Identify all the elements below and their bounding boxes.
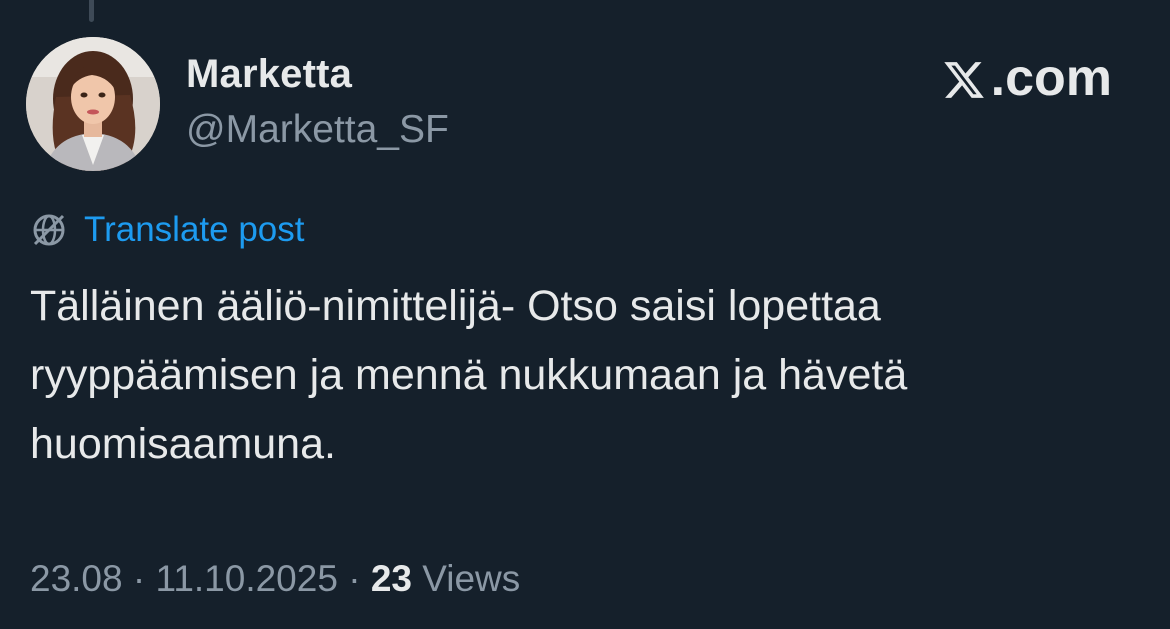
post-text: Tälläinen ääliö-nimittelijä- Otso saisi … (30, 282, 908, 468)
views-label: Views (422, 558, 521, 599)
views-count: 23 (370, 558, 412, 599)
x-logo-icon (943, 62, 984, 98)
separator-dot: · (122, 558, 156, 599)
author-handle[interactable]: @Marketta_SF (186, 108, 449, 152)
post-date[interactable]: 11.10.2025 (155, 558, 337, 600)
brand-watermark: .com (941, 48, 1112, 108)
brand-domain-text: .com (990, 49, 1112, 107)
translate-post-label[interactable]: Translate post (84, 210, 304, 250)
author-display-name[interactable]: Marketta (186, 52, 352, 97)
avatar[interactable] (26, 37, 160, 171)
post-time[interactable]: 23.08 (30, 558, 123, 600)
post-metadata: 23.08 · 11.10.2025 · 23 Views (30, 558, 520, 600)
thread-connector-line (89, 0, 94, 22)
separator-dot: · (337, 558, 371, 599)
translate-post-link[interactable]: Translate post (30, 210, 304, 250)
avatar-image (26, 37, 160, 171)
globe-slash-icon (33, 214, 65, 246)
